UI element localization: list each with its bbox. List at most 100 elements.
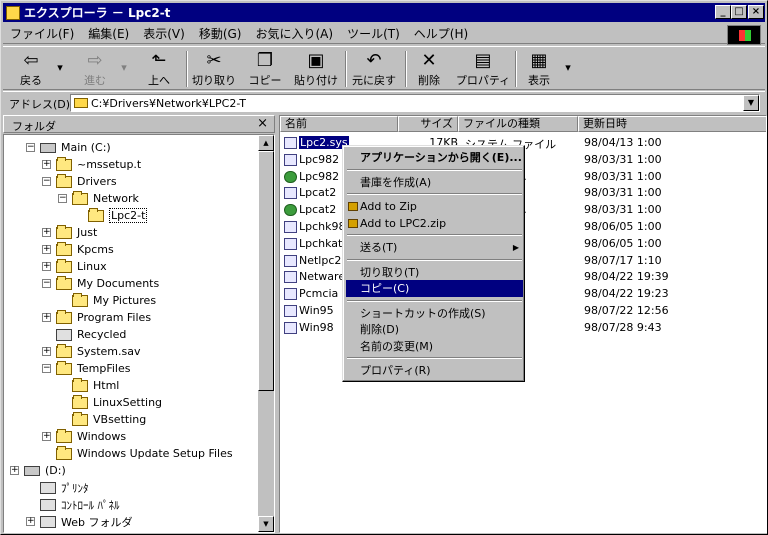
close-button[interactable]: × [748,5,764,19]
expand-icon[interactable]: + [42,432,51,441]
tree-item[interactable]: + Web フォルダ [26,513,132,530]
expand-icon[interactable]: + [42,160,51,169]
tree-item[interactable]: Html [58,377,119,394]
tree-item[interactable]: + System.sav [42,343,141,360]
properties-button[interactable]: ▤ プロパティ [455,50,511,88]
file-icon [284,288,297,301]
tree-item-label: TempFiles [77,362,131,375]
menu-tools[interactable]: ツール(T) [340,25,407,42]
tree-item[interactable]: − My Documents [42,275,159,292]
address-dropdown-button[interactable]: ▼ [743,95,759,111]
tree-item[interactable]: − Drivers [42,173,117,190]
tree-item[interactable]: VBsetting [58,411,146,428]
context-menu-label: Add to Zip [360,200,417,213]
tree-item[interactable]: My Pictures [58,292,156,309]
expand-icon[interactable]: + [42,347,51,356]
menu-go[interactable]: 移動(G) [192,25,249,42]
expand-icon[interactable]: + [42,245,51,254]
minimize-button[interactable]: _ [715,5,731,19]
file-name: Lpcat2 [299,203,337,217]
submenu-arrow-icon: ▶ [512,243,519,252]
file-name: Netware [299,270,346,284]
menu-separator [347,258,522,261]
undo-button[interactable]: ↶ 元に戻す [349,50,399,88]
properties-icon: ▤ [474,50,492,71]
context-menu-item[interactable]: 名前の変更(M) [346,338,523,355]
title-bar[interactable]: エクスプローラ － Lpc2-t _ □ × [3,3,765,22]
column-header-size[interactable]: サイズ [398,116,458,132]
expand-icon[interactable]: + [42,262,51,271]
file-date: 98/06/05 1:00 [584,236,662,250]
tree-item[interactable]: + Program Files [42,309,151,326]
tree-item[interactable]: ﾌﾟﾘﾝﾀ [26,479,89,496]
address-value: C:¥Drivers¥Network¥LPC2-T [91,97,247,110]
tree-item[interactable]: − TempFiles [42,360,130,377]
menu-file[interactable]: ファイル(F) [3,25,81,42]
tree-item[interactable]: + Windows [42,428,126,445]
tree-item[interactable]: + Just [42,224,97,241]
scroll-thumb[interactable] [258,151,274,391]
forward-button[interactable]: ⇨ 進む [75,50,115,88]
tree-item[interactable]: + ~mssetup.t [42,156,141,173]
tree-item[interactable]: Windows Update Setup Files [42,445,233,462]
paste-button[interactable]: ▣ 貼り付け [293,50,339,88]
tree-item-label: Just [77,226,98,239]
cut-button[interactable]: ✂ 切り取り [191,50,237,88]
address-input[interactable]: C:¥Drivers¥Network¥LPC2-T ▼ [70,94,760,112]
tree-item[interactable]: LinuxSetting [58,394,162,411]
context-menu-item[interactable]: ショートカットの作成(S) [346,305,523,322]
context-menu-item[interactable]: 切り取り(T) [346,264,523,281]
menu-edit[interactable]: 編集(E) [81,25,136,42]
folder-icon [72,377,88,392]
collapse-icon[interactable]: − [42,279,51,288]
up-button[interactable]: ⬑ 上へ [139,50,179,88]
scroll-up-arrow-icon[interactable]: ▲ [258,135,274,151]
folder-icon [72,292,88,307]
system-folder-icon [56,328,72,341]
tree-item[interactable]: Recycled [42,326,126,343]
maximize-button[interactable]: □ [731,5,747,19]
context-menu-item[interactable]: アプリケーションから開く(E)... [346,149,523,166]
view-button[interactable]: ▦ 表示 [521,50,557,88]
tree-item[interactable]: − Main (C:) [26,139,111,156]
context-menu-item[interactable]: 送る(T) ▶ [346,239,523,256]
column-header-name[interactable]: 名前 [280,116,398,132]
context-menu-item[interactable]: 書庫を作成(A) [346,174,523,191]
context-menu-item[interactable]: プロパティ(R) [346,362,523,379]
tree-item[interactable]: + Linux [42,258,107,275]
tree-item-label: Network [93,192,139,205]
expand-icon[interactable]: + [42,228,51,237]
folder-tree[interactable]: − Main (C:) + ~mssetup.t − Drivers − Network Lpc… [3,134,275,533]
drive-icon [24,465,40,476]
menu-favorites[interactable]: お気に入り(A) [248,25,340,42]
column-header-type[interactable]: ファイルの種類 [458,116,578,132]
tree-item[interactable]: ｺﾝﾄﾛｰﾙ ﾊﾟﾈﾙ [26,496,120,513]
collapse-icon[interactable]: − [42,364,51,373]
close-pane-button[interactable]: × [257,116,268,131]
context-menu-item[interactable]: Add to Zip [346,198,523,215]
column-header-date[interactable]: 更新日時 [578,116,766,132]
collapse-icon[interactable]: − [58,194,67,203]
expand-icon[interactable]: + [26,517,35,526]
tree-item[interactable]: Lpc2-t [74,207,148,224]
tree-scrollbar[interactable]: ▲ ▼ [258,135,274,532]
copy-button[interactable]: ❐ コピー [247,50,283,88]
file-icon [284,321,297,334]
back-button[interactable]: ⇦ 戻る [11,50,51,88]
delete-button[interactable]: ✕ 削除 [411,50,447,88]
tree-item-label: System.sav [77,345,141,358]
tree-item[interactable]: + Kpcms [42,241,114,258]
tree-item[interactable]: − Network [58,190,139,207]
expand-icon[interactable]: + [10,466,19,475]
context-menu-item[interactable]: 削除(D) [346,321,523,338]
scroll-down-arrow-icon[interactable]: ▼ [258,516,274,532]
context-menu-item[interactable]: Add to LPC2.zip [346,215,523,232]
system-folder-icon [40,481,56,494]
expand-icon[interactable]: + [42,313,51,322]
context-menu-item[interactable]: コピー(C) [346,280,523,297]
collapse-icon[interactable]: − [26,143,35,152]
collapse-icon[interactable]: − [42,177,51,186]
menu-help[interactable]: ヘルプ(H) [407,25,475,42]
menu-view[interactable]: 表示(V) [136,25,192,42]
tree-item[interactable]: + (D:) [10,462,66,479]
